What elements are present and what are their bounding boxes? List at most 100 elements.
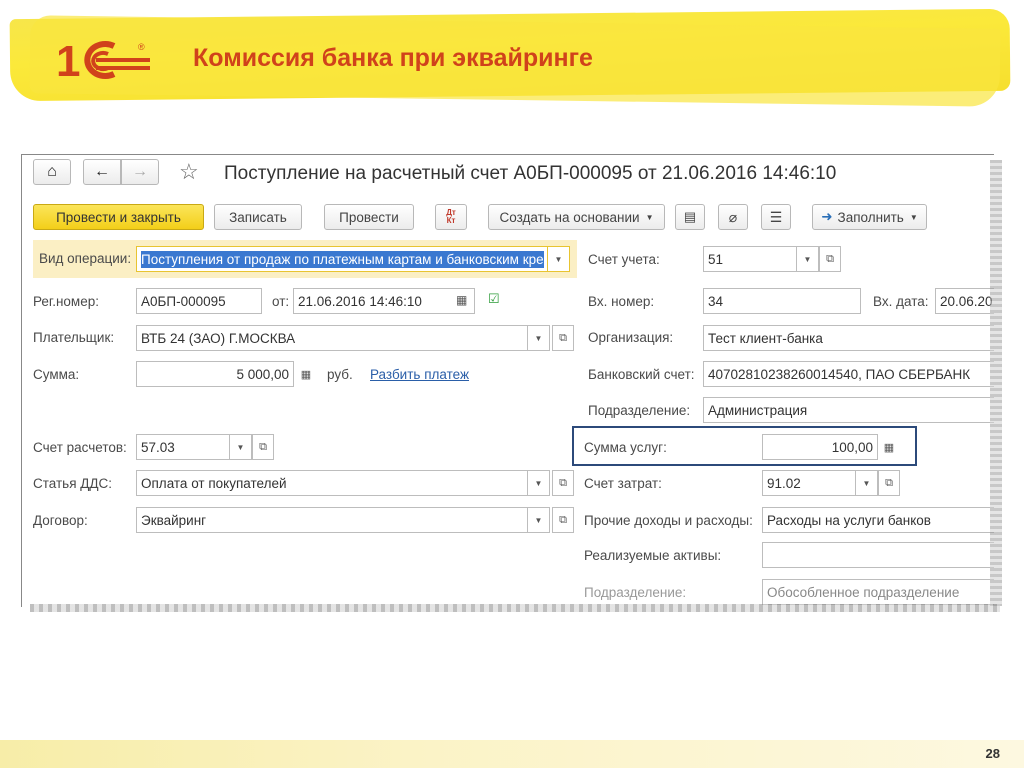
create-based-on-button[interactable]: Создать на основании ▼ — [488, 204, 665, 230]
bank-account-label: Банковский счет: — [588, 367, 695, 382]
window-title: Поступление на расчетный счет А0БП-00009… — [224, 163, 837, 184]
division2-field[interactable]: Обособленное подразделение — [762, 579, 994, 605]
slide-title: Комиссия банка при эквайринге — [193, 44, 593, 72]
account-field[interactable]: 51 — [703, 246, 797, 272]
arrow-right-icon: → — [132, 163, 148, 180]
reg-number-label: Рег.номер: — [33, 294, 99, 309]
payer-open-button[interactable]: ⧉ — [552, 325, 574, 351]
svg-text:1: 1 — [56, 38, 80, 82]
footer-band — [0, 740, 1024, 768]
chevron-down-icon: ▼ — [534, 333, 543, 343]
forward-button[interactable]: → — [121, 159, 159, 185]
payer-field[interactable]: ВТБ 24 (ЗАО) Г.МОСКВА — [136, 325, 528, 351]
date-field[interactable]: 21.06.2016 14:46:10 — [293, 288, 475, 314]
contract-open-button[interactable]: ⧉ — [552, 507, 574, 533]
chevron-down-icon: ▼ — [803, 254, 812, 264]
chevron-down-icon: ▼ — [534, 478, 543, 488]
settle-account-dropdown[interactable]: ▼ — [230, 434, 252, 460]
fill-label: Заполнить — [837, 209, 904, 225]
torn-edge-bottom — [30, 604, 1000, 612]
chevron-down-icon: ▼ — [645, 212, 654, 222]
in-number-field[interactable]: 34 — [703, 288, 861, 314]
contract-dropdown[interactable]: ▼ — [528, 507, 550, 533]
home-icon: ⌂ — [47, 163, 57, 180]
post-button[interactable]: Провести — [324, 204, 414, 230]
sum-field[interactable]: 5 000,00 — [136, 361, 294, 387]
service-sum-field[interactable]: 100,00 — [762, 434, 878, 460]
print-button[interactable]: ▤ — [675, 204, 705, 230]
dds-open-button[interactable]: ⧉ — [552, 470, 574, 496]
torn-edge-right — [990, 160, 1002, 606]
dt-kt-icon: Дт Кт — [446, 208, 456, 225]
1c-logo: 1 ® — [56, 38, 150, 82]
home-button[interactable]: ⌂ — [33, 159, 71, 185]
open-icon: ⧉ — [559, 513, 567, 526]
post-and-close-button[interactable]: Провести и закрыть — [33, 204, 204, 230]
operation-field[interactable]: Поступления от продаж по платежным карта… — [136, 246, 548, 272]
account-dropdown[interactable]: ▼ — [797, 246, 819, 272]
contract-label: Договор: — [33, 513, 88, 528]
payer-dropdown[interactable]: ▼ — [528, 325, 550, 351]
create-based-on-label: Создать на основании — [499, 209, 640, 225]
operation-label: Вид операции: — [39, 251, 132, 266]
chevron-down-icon: ▼ — [909, 212, 918, 222]
contract-field[interactable]: Эквайринг — [136, 507, 528, 533]
dt-kt-button[interactable]: Дт Кт — [435, 204, 467, 230]
in-date-field[interactable]: 20.06.20 — [935, 288, 994, 314]
settle-account-field[interactable]: 57.03 — [136, 434, 230, 460]
cost-account-label: Счет затрат: — [584, 476, 662, 491]
document-window: ⌂ ← → ☆ Поступление на расчетный счет А0… — [21, 154, 994, 607]
operation-dropdown[interactable]: ▼ — [548, 246, 570, 272]
paperclip-icon: ⌀ — [728, 208, 738, 225]
account-label: Счет учета: — [588, 252, 660, 267]
dds-field[interactable]: Оплата от покупателей — [136, 470, 528, 496]
split-payment-link[interactable]: Разбить платеж — [370, 367, 469, 382]
settle-account-open-button[interactable]: ⧉ — [252, 434, 274, 460]
division-field[interactable]: Администрация — [703, 397, 994, 423]
star-icon[interactable]: ☆ — [179, 159, 199, 185]
bank-account-field[interactable]: 40702810238260014540, ПАО СБЕРБАНК — [703, 361, 994, 387]
chevron-down-icon: ▼ — [554, 254, 563, 264]
calculator-icon[interactable]: ▦ — [879, 435, 899, 459]
operation-value: Поступления от продаж по платежным карта… — [141, 250, 544, 268]
division-label: Подразделение: — [588, 403, 691, 418]
open-icon: ⧉ — [885, 476, 893, 489]
date-from-label: от: — [272, 294, 290, 309]
cost-account-open-button[interactable]: ⧉ — [878, 470, 900, 496]
calculator-icon[interactable]: ▦ — [296, 362, 316, 386]
page-number: 28 — [985, 746, 1000, 761]
service-sum-label: Сумма услуг: — [584, 440, 667, 455]
fill-button[interactable]: ➜ Заполнить ▼ — [812, 204, 927, 230]
save-button[interactable]: Записать — [214, 204, 302, 230]
sum-label: Сумма: — [33, 367, 80, 382]
reg-number-field[interactable]: А0БП-000095 — [136, 288, 262, 314]
other-income-field[interactable]: Расходы на услуги банков — [762, 507, 994, 533]
report-button[interactable]: ☰ — [761, 204, 791, 230]
division2-label: Подразделение: — [584, 585, 687, 600]
organization-label: Организация: — [588, 330, 674, 345]
fill-arrow-icon: ➜ — [821, 209, 833, 224]
organization-field[interactable]: Тест клиент-банка — [703, 325, 994, 351]
cost-account-field[interactable]: 91.02 — [762, 470, 856, 496]
dds-label: Статья ДДС: — [33, 476, 113, 491]
dds-dropdown[interactable]: ▼ — [528, 470, 550, 496]
assets-label: Реализуемые активы: — [584, 548, 722, 563]
assets-field[interactable] — [762, 542, 994, 568]
payer-label: Плательщик: — [33, 330, 115, 345]
open-icon: ⧉ — [259, 440, 267, 453]
chevron-down-icon: ▼ — [236, 442, 245, 452]
svg-text:®: ® — [138, 42, 145, 52]
back-button[interactable]: ← — [83, 159, 121, 185]
attach-button[interactable]: ⌀ — [718, 204, 748, 230]
in-date-label: Вх. дата: — [873, 294, 929, 309]
open-icon: ⧉ — [559, 331, 567, 344]
arrow-left-icon: ← — [94, 163, 110, 180]
calendar-icon[interactable]: ▦ — [456, 293, 467, 307]
account-open-button[interactable]: ⧉ — [819, 246, 841, 272]
document-icon: ▤ — [683, 209, 697, 224]
open-icon: ⧉ — [559, 476, 567, 489]
settle-account-label: Счет расчетов: — [33, 440, 127, 455]
check-icon[interactable]: ☑ — [488, 291, 500, 307]
cost-account-dropdown[interactable]: ▼ — [856, 470, 878, 496]
other-income-label: Прочие доходы и расходы: — [584, 513, 753, 528]
